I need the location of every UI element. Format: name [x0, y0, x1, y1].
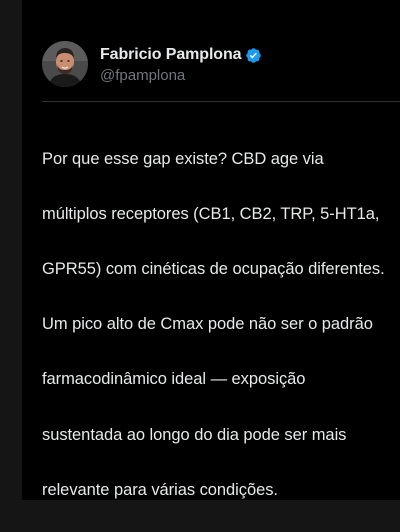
author-name-row: Fabricio Pamplona	[100, 44, 262, 66]
post-text-line: Por que esse gap existe? CBD age via	[42, 149, 324, 168]
author-handle[interactable]: @fpamplona	[100, 67, 262, 84]
author-name[interactable]: Fabricio Pamplona	[100, 46, 242, 64]
avatar[interactable]	[42, 41, 88, 87]
post-text-line: múltiplos receptores (CB1, CB2, TRP, 5-H…	[42, 204, 380, 223]
post-text-line: Um pico alto de Cmax pode não ser o padr…	[42, 315, 373, 334]
divider	[42, 101, 400, 102]
verified-badge-icon	[245, 47, 262, 64]
post-text: Por que esse gap existe? CBD age via múl…	[42, 118, 400, 532]
post-card: Fabricio Pamplona @fpamplona Por que ess…	[22, 0, 400, 500]
post-text-line: farmacodinâmico ideal — exposição	[42, 370, 306, 389]
post-text-line: relevante para várias condições.	[42, 480, 278, 499]
post-text-line: sustentada ao longo do dia pode ser mais	[42, 425, 347, 444]
avatar-photo-icon	[42, 41, 88, 87]
author-info: Fabricio Pamplona @fpamplona	[100, 44, 262, 84]
post-header: Fabricio Pamplona @fpamplona	[42, 41, 262, 87]
post-text-line: GPR55) com cinéticas de ocupação diferen…	[42, 259, 385, 278]
